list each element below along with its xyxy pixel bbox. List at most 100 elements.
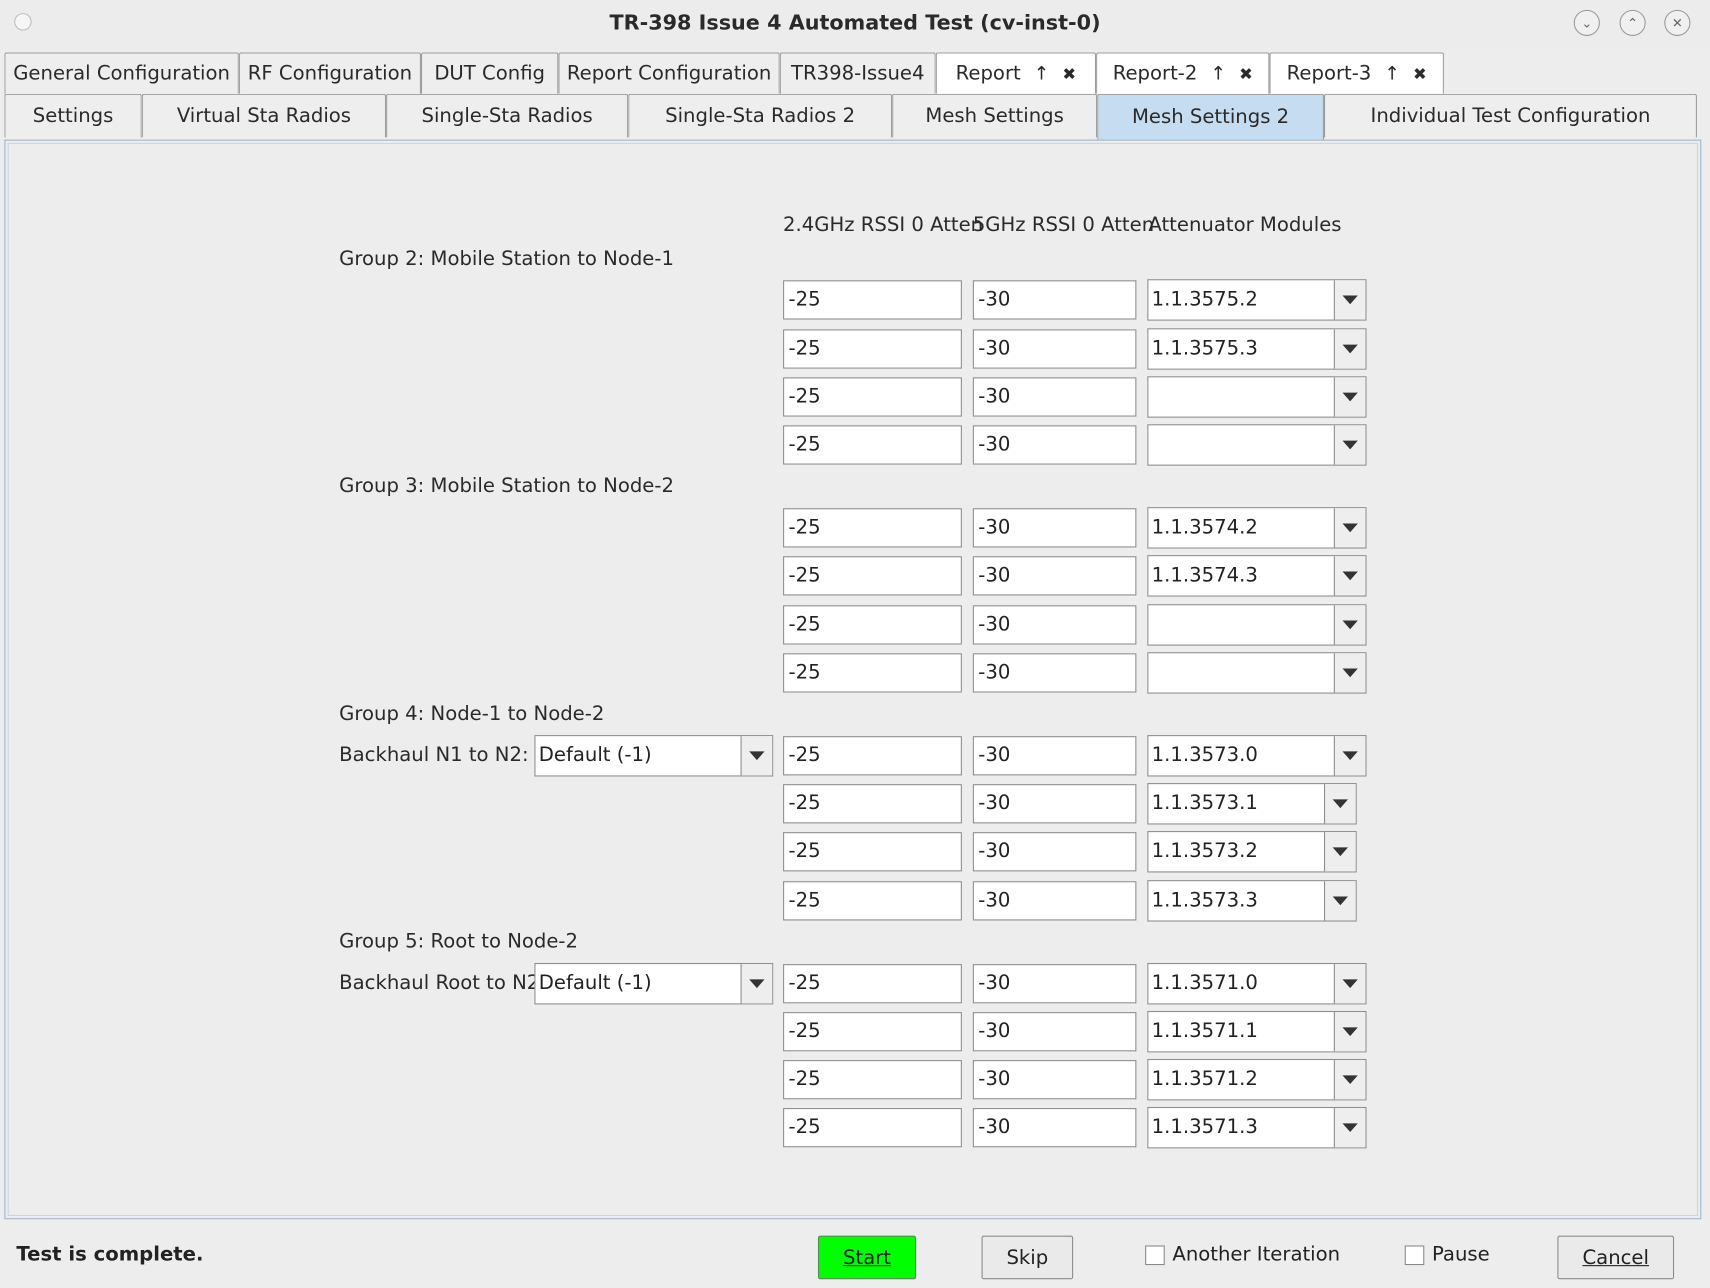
chevron-down-icon[interactable] xyxy=(1333,280,1366,320)
backhaul-n1-n2-select[interactable]: Default (-1) xyxy=(534,735,774,777)
attenuator-select[interactable]: 1.1.3574.3 xyxy=(1147,555,1367,597)
tab-report-2[interactable]: Report-2 ↑ ✖ xyxy=(1096,52,1270,94)
chevron-down-icon[interactable] xyxy=(740,736,773,776)
rssi-24-field[interactable]: -25 xyxy=(783,605,962,645)
rssi-5-field[interactable]: -30 xyxy=(972,653,1137,693)
rssi-24-field[interactable]: -25 xyxy=(783,556,962,596)
attenuator-select[interactable]: 1.1.3573.0 xyxy=(1147,735,1367,777)
maximize-icon[interactable]: ⌃ xyxy=(1619,9,1646,36)
tab-single-sta-radios-2[interactable]: Single-Sta Radios 2 xyxy=(628,93,893,138)
attenuator-select[interactable]: 1.1.3575.2 xyxy=(1147,279,1367,321)
chevron-down-icon[interactable] xyxy=(1333,964,1366,1004)
attenuator-select[interactable]: 1.1.3571.0 xyxy=(1147,962,1367,1005)
chevron-down-icon[interactable] xyxy=(1333,605,1366,645)
rssi-24-field[interactable]: -25 xyxy=(783,736,962,776)
chevron-down-icon[interactable] xyxy=(1333,1012,1366,1052)
rssi-24-field[interactable]: -25 xyxy=(783,329,962,369)
chevron-down-icon[interactable] xyxy=(740,964,773,1004)
cancel-label: Cancel xyxy=(1582,1246,1649,1269)
rssi-5-field[interactable]: -30 xyxy=(972,377,1137,417)
chevron-down-icon[interactable] xyxy=(1333,1060,1366,1100)
rssi-24-field[interactable]: -25 xyxy=(783,964,962,1004)
attenuator-select[interactable]: 1.1.3573.2 xyxy=(1147,831,1357,873)
select-value: 1.1.3571.3 xyxy=(1151,1115,1258,1139)
tab-mesh-settings-2[interactable]: Mesh Settings 2 xyxy=(1097,93,1324,140)
tab-virtual-sta-radios[interactable]: Virtual Sta Radios xyxy=(141,93,387,138)
tab-report[interactable]: Report ↑ ✖ xyxy=(935,52,1097,94)
rssi-5-field[interactable]: -30 xyxy=(972,832,1137,872)
chevron-down-icon[interactable] xyxy=(1333,508,1366,548)
undock-icon[interactable]: ↑ xyxy=(1034,63,1050,85)
chevron-down-icon[interactable] xyxy=(1333,556,1366,596)
rssi-5-field[interactable]: -30 xyxy=(972,1012,1137,1052)
chevron-down-icon[interactable] xyxy=(1333,329,1366,369)
cancel-button[interactable]: Cancel xyxy=(1557,1235,1675,1280)
rssi-5-field[interactable]: -30 xyxy=(972,881,1137,921)
attenuator-select[interactable]: 1.1.3573.1 xyxy=(1147,783,1357,825)
minimize-icon[interactable]: ⌄ xyxy=(1573,9,1600,36)
tab-tr398-issue4[interactable]: TR398-Issue4 xyxy=(779,52,936,94)
tab-close-icon[interactable]: ✖ xyxy=(1413,64,1427,84)
attenuator-select[interactable]: 1.1.3573.3 xyxy=(1147,880,1357,922)
rssi-24-field[interactable]: -25 xyxy=(783,881,962,921)
rssi-5-field[interactable]: -30 xyxy=(972,964,1137,1004)
attenuator-select[interactable]: 1.1.3575.3 xyxy=(1147,328,1367,370)
rssi-5-field[interactable]: -30 xyxy=(972,280,1137,320)
skip-button[interactable]: Skip xyxy=(981,1235,1074,1280)
rssi-24-field[interactable]: -25 xyxy=(783,1108,962,1148)
chevron-down-icon[interactable] xyxy=(1323,832,1356,872)
tab-report-3[interactable]: Report-3 ↑ ✖ xyxy=(1269,52,1444,94)
tab-report-configuration[interactable]: Report Configuration xyxy=(558,52,780,94)
rssi-24-field[interactable]: -25 xyxy=(783,784,962,824)
rssi-5-field[interactable]: -30 xyxy=(972,556,1137,596)
tab-rf-configuration[interactable]: RF Configuration xyxy=(238,52,421,94)
chevron-down-icon[interactable] xyxy=(1333,1108,1366,1148)
rssi-24-field[interactable]: -25 xyxy=(783,1060,962,1100)
attenuator-select[interactable]: 1.1.3571.3 xyxy=(1147,1106,1367,1149)
tab-general-configuration[interactable]: General Configuration xyxy=(4,52,239,94)
tab-individual-test-configuration[interactable]: Individual Test Configuration xyxy=(1323,93,1697,138)
rssi-24-field[interactable]: -25 xyxy=(783,508,962,548)
attenuator-select[interactable] xyxy=(1147,376,1367,418)
another-iteration-checkbox[interactable] xyxy=(1145,1245,1165,1266)
start-button[interactable]: Start xyxy=(817,1235,917,1280)
rssi-24-field[interactable]: -25 xyxy=(783,425,962,465)
attenuator-select[interactable] xyxy=(1147,424,1367,466)
undock-icon[interactable]: ↑ xyxy=(1210,63,1226,85)
rssi-24-field[interactable]: -25 xyxy=(783,377,962,417)
rssi-24-field[interactable]: -25 xyxy=(783,653,962,693)
tab-dut-config[interactable]: DUT Config xyxy=(420,52,559,94)
rssi-5-field[interactable]: -30 xyxy=(972,784,1137,824)
backhaul-root-n2-select[interactable]: Default (-1) xyxy=(534,962,774,1005)
rssi-5-field[interactable]: -30 xyxy=(972,1108,1137,1148)
chevron-down-icon[interactable] xyxy=(1323,784,1356,824)
attenuator-select[interactable] xyxy=(1147,652,1367,694)
rssi-5-field[interactable]: -30 xyxy=(972,1060,1137,1100)
rssi-5-field[interactable]: -30 xyxy=(972,605,1137,645)
tab-single-sta-radios[interactable]: Single-Sta Radios xyxy=(386,93,629,138)
attenuator-select[interactable]: 1.1.3571.1 xyxy=(1147,1010,1367,1053)
attenuator-select[interactable]: 1.1.3571.2 xyxy=(1147,1058,1367,1101)
rssi-24-field[interactable]: -25 xyxy=(783,1012,962,1052)
tab-close-icon[interactable]: ✖ xyxy=(1239,64,1253,84)
rssi-5-field[interactable]: -30 xyxy=(972,329,1137,369)
tab-label: General Configuration xyxy=(13,62,230,86)
close-icon[interactable]: ✕ xyxy=(1664,9,1691,36)
tab-settings[interactable]: Settings xyxy=(4,93,142,138)
tab-close-icon[interactable]: ✖ xyxy=(1062,64,1076,84)
chevron-down-icon[interactable] xyxy=(1333,425,1366,465)
rssi-5-field[interactable]: -30 xyxy=(972,425,1137,465)
rssi-24-field[interactable]: -25 xyxy=(783,280,962,320)
pause-checkbox[interactable] xyxy=(1404,1245,1425,1266)
chevron-down-icon[interactable] xyxy=(1323,881,1356,921)
rssi-5-field[interactable]: -30 xyxy=(972,508,1137,548)
rssi-5-field[interactable]: -30 xyxy=(972,736,1137,776)
chevron-down-icon[interactable] xyxy=(1333,377,1366,417)
rssi-24-field[interactable]: -25 xyxy=(783,832,962,872)
attenuator-select[interactable]: 1.1.3574.2 xyxy=(1147,507,1367,549)
undock-icon[interactable]: ↑ xyxy=(1384,63,1400,85)
chevron-down-icon[interactable] xyxy=(1333,736,1366,776)
tab-mesh-settings[interactable]: Mesh Settings xyxy=(892,93,1098,138)
chevron-down-icon[interactable] xyxy=(1333,653,1366,693)
attenuator-select[interactable] xyxy=(1147,604,1367,646)
